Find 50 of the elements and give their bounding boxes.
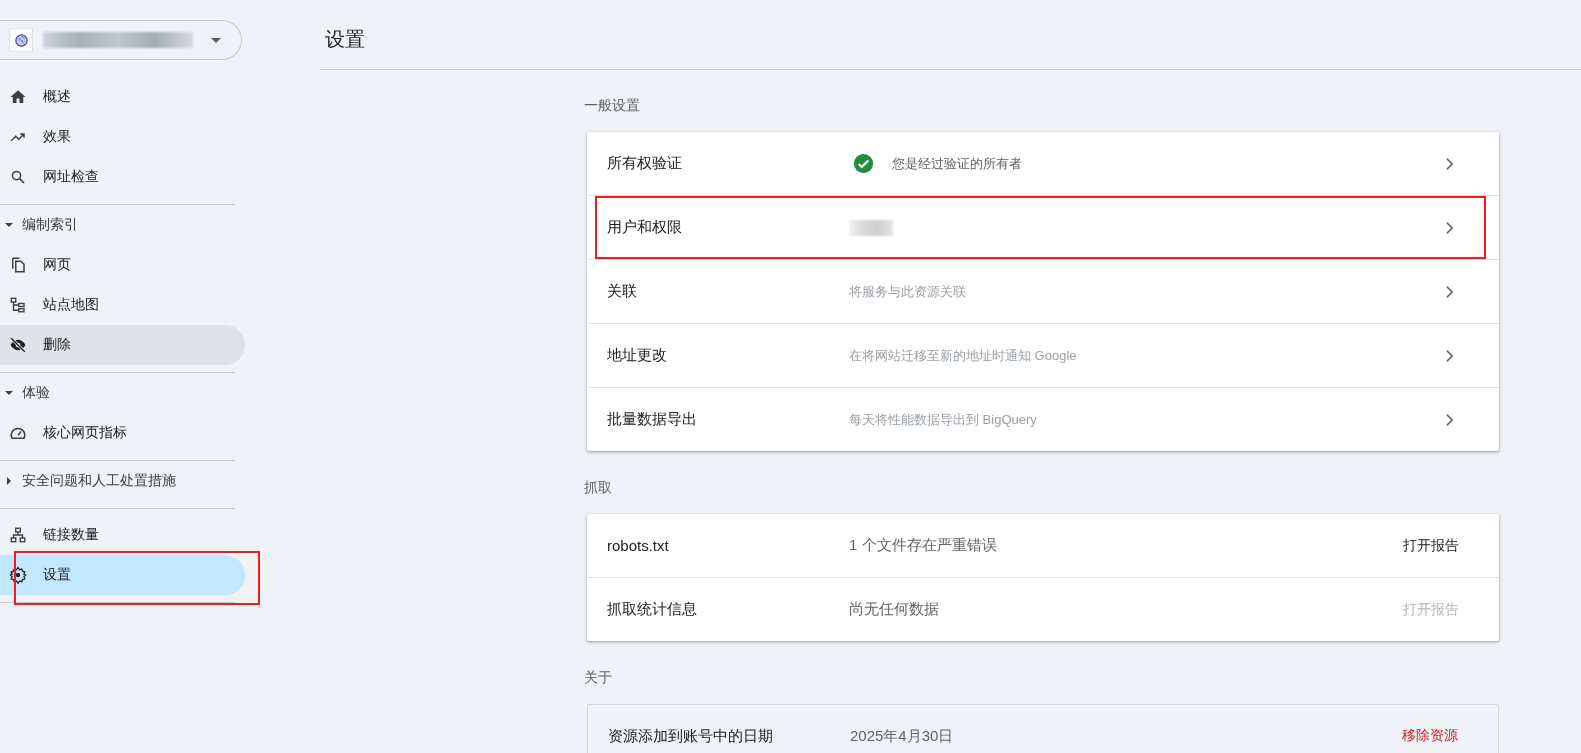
row-description: 每天将性能数据导出到 BigQuery [849,410,1037,429]
hidden-eye-icon [9,336,27,354]
nav-group-header[interactable]: 编制索引 [0,205,262,245]
section-label: 关于 [584,669,613,687]
network-icon [9,526,27,544]
pages-icon [9,256,27,274]
row-label: 抓取统计信息 [607,600,698,619]
dropdown-caret-icon [211,37,221,43]
sitemap-icon [9,296,27,314]
open-report-link[interactable]: 打开报告 [1403,536,1459,555]
globe-icon [13,32,29,48]
nav-item[interactable]: 网页 [0,245,245,285]
nav-item[interactable]: 删除 [0,325,245,365]
row-label: 资源添加到账号中的日期 [608,726,774,746]
row-value: 2025年4月30日 [850,726,954,746]
chevron-right-icon [1445,284,1454,299]
home-icon [9,88,27,106]
row-value: 尚无任何数据 [849,600,939,619]
chevron-right-icon [1445,220,1454,235]
row-label: robots.txt [607,537,670,554]
row-label: 地址更改 [607,346,668,365]
page-title: 设置 [325,27,365,52]
row-description: 在将网站迁移至新的地址时通知 Google [849,346,1077,365]
nav-item[interactable]: 链接数量 [0,515,245,555]
nav-item[interactable]: 设置 [0,555,245,595]
row-label: 批量数据导出 [607,410,698,429]
row-description: 您是经过验证的所有者 [892,154,1022,173]
row-label: 关联 [607,282,638,301]
nav-group-label: 体验 [22,384,50,402]
nav-group-label: 安全问题和人工处置措施 [22,472,176,490]
remove-link[interactable]: 移除资源 [1402,727,1458,745]
nav-item[interactable]: 概述 [0,77,245,117]
nav-item[interactable]: 效果 [0,117,245,157]
nav-group-header[interactable]: 安全问题和人工处置措施 [0,461,262,501]
section-label: 抓取 [584,479,613,497]
chevron-right-icon [1445,348,1454,363]
nav-group-label: 编制索引 [22,216,78,234]
chevron-right-icon [1445,412,1454,427]
section-label: 一般设置 [584,97,641,115]
nav-group-header[interactable]: 体验 [0,373,262,413]
nav-item[interactable]: 站点地图 [0,285,245,325]
row-description: 将服务与此资源关联 [849,282,966,301]
row-label: 所有权验证 [607,154,683,173]
nav-item[interactable]: 核心网页指标 [0,413,245,453]
row-label: 用户和权限 [607,218,683,237]
settings-icon [9,566,27,584]
row-value: 1 个文件存在严重错误 [849,536,997,555]
chevron-right-icon [1445,156,1454,171]
nav-item[interactable]: 网址检查 [0,157,245,197]
search-icon [9,168,27,186]
